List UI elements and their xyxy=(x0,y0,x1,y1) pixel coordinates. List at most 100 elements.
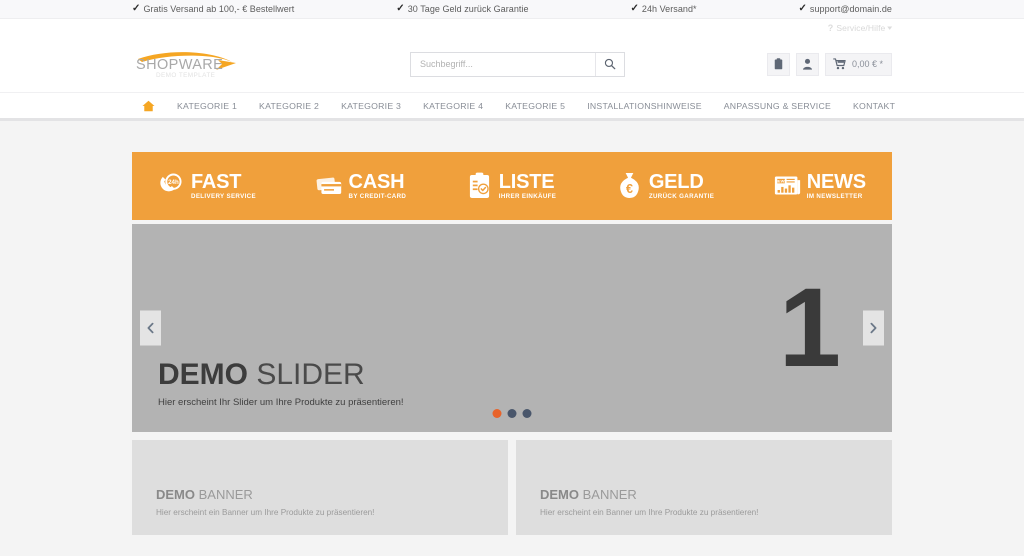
top-promo-bar: ✓ Gratis Versand ab 100,- € Bestellwert … xyxy=(0,0,1024,19)
slider-dot-2[interactable] xyxy=(507,409,517,418)
benefit-subtitle: ZURÜCK GARANTIE xyxy=(648,192,715,200)
promo-item: ✓ Gratis Versand ab 100,- € Bestellwert xyxy=(132,3,295,15)
svg-text:24h: 24h xyxy=(168,180,179,187)
header-actions: 0,00 € * xyxy=(766,52,892,76)
promo-label: 24h Versand* xyxy=(641,4,697,14)
slider-title-bold: DEMO xyxy=(158,357,248,391)
benefit-subtitle: BY CREDIT-CARD xyxy=(348,192,407,200)
benefits-bar: 24h FAST DELIVERY SERVICE CASH BY CREDIT… xyxy=(132,152,892,220)
slider-caption: DEMO SLIDER Hier erscheint Ihr Slider um… xyxy=(158,357,404,408)
svg-text:SHOPWARE: SHOPWARE xyxy=(136,57,223,73)
promo-label: 30 Tage Geld zurück Garantie xyxy=(407,4,529,14)
benefit-text: NEWS IM NEWSLETTER xyxy=(807,172,866,200)
slider-title-light: SLIDER xyxy=(248,357,365,391)
promo-label: Gratis Versand ab 100,- € Bestellwert xyxy=(143,4,295,14)
nav-item-home[interactable] xyxy=(132,93,166,118)
benefit-cash: CASH BY CREDIT-CARD xyxy=(316,172,407,200)
nav-item-kategorie-4[interactable]: KATEGORIE 4 xyxy=(412,93,494,118)
svg-text:DEMO TEMPLATE: DEMO TEMPLATE xyxy=(156,72,215,79)
nav-item-kategorie-2[interactable]: KATEGORIE 2 xyxy=(248,93,330,118)
benefit-title: FAST xyxy=(191,170,242,193)
banner-title-light: BANNER xyxy=(579,487,637,502)
user-account-icon xyxy=(802,58,812,70)
benefit-title: GELD xyxy=(648,170,704,193)
navigation-list: KATEGORIE 1 KATEGORIE 2 KATEGORIE 3 KATE… xyxy=(132,93,895,118)
nav-item-kategorie-1[interactable]: KATEGORIE 1 xyxy=(166,93,248,118)
banner-title: DEMO BANNER xyxy=(156,488,508,501)
slider-subtitle: Hier erscheint Ihr Slider um Ihre Produk… xyxy=(158,397,404,408)
slider-dots xyxy=(492,409,532,418)
benefit-title: NEWS xyxy=(806,170,866,193)
nav-item-kontakt[interactable]: KONTAKT xyxy=(842,93,906,118)
slider-dot-3[interactable] xyxy=(522,409,532,418)
home-icon xyxy=(142,100,155,111)
credit-card-icon xyxy=(316,172,343,199)
demo-slider: 1 DEMO SLIDER Hier erscheint Ihr Slider … xyxy=(132,224,892,432)
shopping-cart-icon xyxy=(833,58,846,70)
note-clipboard-button[interactable] xyxy=(766,52,790,76)
slider-dot-1[interactable] xyxy=(492,409,502,418)
nav-item-kategorie-3[interactable]: KATEGORIE 3 xyxy=(330,93,412,118)
question-mark-icon: ? xyxy=(827,22,834,33)
nav-item-anpassung-service[interactable]: ANPASSUNG & SERVICE xyxy=(713,93,842,118)
chevron-right-icon xyxy=(870,322,877,334)
chevron-left-icon xyxy=(147,322,154,334)
banner-row: DEMO BANNER Hier erscheint ein Banner um… xyxy=(132,440,892,535)
benefit-geld: € GELD ZURÜCK GARANTIE xyxy=(616,172,714,200)
benefit-subtitle: DELIVERY SERVICE xyxy=(191,192,256,200)
benefit-text: LISTE IHRER EINKÄUFE xyxy=(499,172,557,200)
slider-next-button[interactable] xyxy=(863,310,884,346)
benefit-text: GELD ZURÜCK GARANTIE xyxy=(649,172,714,200)
site-header: SHOPWARE DEMO TEMPLATE Suchbegriff... 0,… xyxy=(0,36,1024,92)
benefit-text: CASH BY CREDIT-CARD xyxy=(349,172,407,200)
banner-title-light: BANNER xyxy=(195,487,253,502)
slider-title: DEMO SLIDER xyxy=(158,357,404,391)
nav-item-installationshinweise[interactable]: INSTALLATIONSHINWEISE xyxy=(576,93,713,118)
header-inner: SHOPWARE DEMO TEMPLATE Suchbegriff... 0,… xyxy=(132,36,892,92)
banner-title: DEMO BANNER xyxy=(540,488,892,501)
search-submit-button[interactable] xyxy=(594,52,624,76)
logo-graphic: SHOPWARE DEMO TEMPLATE xyxy=(136,52,236,79)
svg-text:NEWS: NEWS xyxy=(775,179,787,184)
money-bag-euro-icon: € xyxy=(616,172,643,199)
demo-banner-left[interactable]: DEMO BANNER Hier erscheint ein Banner um… xyxy=(132,440,508,535)
user-account-button[interactable] xyxy=(795,52,819,76)
banner-title-bold: DEMO xyxy=(540,487,579,502)
banner-title-bold: DEMO xyxy=(156,487,195,502)
newspaper-icon: NEWS xyxy=(774,172,801,199)
chevron-down-icon: ▾ xyxy=(887,24,893,32)
nav-item-kategorie-5[interactable]: KATEGORIE 5 xyxy=(494,93,576,118)
benefit-news: NEWS NEWS IM NEWSLETTER xyxy=(774,172,866,200)
benefit-subtitle: IHRER EINKÄUFE xyxy=(498,192,557,200)
page-content: 24h FAST DELIVERY SERVICE CASH BY CREDIT… xyxy=(132,121,892,535)
search-box[interactable] xyxy=(409,51,625,77)
search-input[interactable] xyxy=(410,52,595,76)
check-icon: ✓ xyxy=(396,3,405,14)
top-promo-list: ✓ Gratis Versand ab 100,- € Bestellwert … xyxy=(132,3,892,15)
main-navigation: KATEGORIE 1 KATEGORIE 2 KATEGORIE 3 KATE… xyxy=(0,92,1024,121)
check-icon: ✓ xyxy=(132,3,141,14)
phone-24h-icon: 24h xyxy=(158,172,185,199)
banner-subtitle: Hier erscheint ein Banner um Ihre Produk… xyxy=(540,508,759,517)
benefit-text: FAST DELIVERY SERVICE xyxy=(191,172,256,200)
shopware-logo[interactable]: SHOPWARE DEMO TEMPLATE xyxy=(132,43,250,85)
service-help-dropdown[interactable]: ? Service/Hilfe ▾ xyxy=(827,22,893,33)
slide-number: 1 xyxy=(778,265,841,390)
svg-text:€: € xyxy=(626,183,633,197)
promo-label: support@domain.de xyxy=(809,4,892,14)
benefit-subtitle: IM NEWSLETTER xyxy=(806,192,863,200)
service-row: ? Service/Hilfe ▾ xyxy=(0,19,1024,36)
check-icon: ✓ xyxy=(798,3,807,14)
promo-item: ✓ 24h Versand* xyxy=(630,3,697,15)
clipboard-check-icon xyxy=(466,172,493,199)
benefit-fast: 24h FAST DELIVERY SERVICE xyxy=(158,172,256,200)
slider-prev-button[interactable] xyxy=(140,310,161,346)
demo-banner-right[interactable]: DEMO BANNER Hier erscheint ein Banner um… xyxy=(516,440,892,535)
note-clipboard-icon xyxy=(774,58,783,70)
cart-amount-label: 0,00 € * xyxy=(851,59,883,69)
check-icon: ✓ xyxy=(630,3,639,14)
promo-item-support-email[interactable]: ✓ support@domain.de xyxy=(798,3,892,15)
service-help-label: Service/Hilfe xyxy=(836,22,886,33)
banner-subtitle: Hier erscheint ein Banner um Ihre Produk… xyxy=(156,508,375,517)
shopping-cart-button[interactable]: 0,00 € * xyxy=(824,52,892,76)
